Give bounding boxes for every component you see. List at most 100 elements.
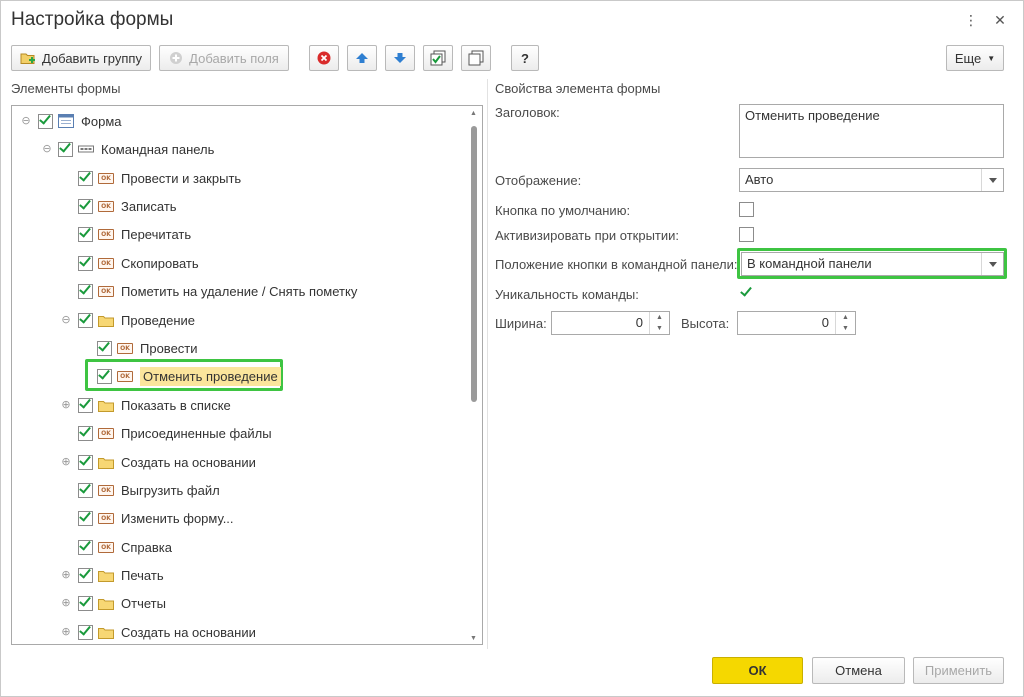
tree-item-posting[interactable]: Проведение xyxy=(78,309,195,331)
panel-divider[interactable] xyxy=(487,79,488,649)
delete-icon xyxy=(317,51,331,65)
tree-item-attached-files[interactable]: OK Присоединенные файлы xyxy=(78,422,272,444)
tree-item-label: Справка xyxy=(121,539,172,555)
move-down-button[interactable] xyxy=(385,45,415,71)
ok-button[interactable]: ОК xyxy=(712,657,803,684)
tree-item-write[interactable]: OK Записать xyxy=(78,195,177,217)
checkbox-checked[interactable] xyxy=(78,452,93,470)
add-group-label: Добавить группу xyxy=(42,50,142,66)
tree-item-cancel-posting[interactable]: OK Отменить проведение xyxy=(97,365,281,387)
tree-item-export-file[interactable]: OK Выгрузить файл xyxy=(78,479,220,501)
tree-item-create-based-on-2[interactable]: Создать на основании xyxy=(78,621,256,643)
window-menu-icon[interactable]: ⋮ xyxy=(963,11,979,29)
checkbox-checked[interactable] xyxy=(78,480,93,498)
checkbox-checked[interactable] xyxy=(78,281,93,299)
form-icon xyxy=(58,114,74,128)
checkbox-checked[interactable] xyxy=(78,253,93,271)
tree-item-label: Провести и закрыть xyxy=(121,170,242,186)
activate-label: Активизировать при открытии: xyxy=(495,228,680,243)
display-label: Отображение: xyxy=(495,173,582,188)
more-label: Еще xyxy=(954,50,982,66)
scroll-up-icon[interactable]: ▲ xyxy=(470,110,477,117)
folder-icon xyxy=(98,314,114,327)
tree-item-reports[interactable]: Отчеты xyxy=(78,592,166,614)
tree-item-label: Присоединенные файлы xyxy=(121,425,272,441)
scroll-thumb[interactable] xyxy=(471,126,477,402)
checkbox-checked[interactable] xyxy=(78,196,93,214)
height-value: 0 xyxy=(821,315,829,330)
uniqueness-checkbox[interactable] xyxy=(739,284,755,301)
scroll-down-icon[interactable]: ▼ xyxy=(470,635,477,642)
tree-item-copy[interactable]: OK Скопировать xyxy=(78,252,199,274)
add-group-button[interactable]: Добавить группу xyxy=(11,45,151,71)
checkbox-checked[interactable] xyxy=(58,139,73,157)
collapse-icon[interactable]: ⊖ xyxy=(60,314,72,326)
tree-item-create-based-on[interactable]: Создать на основании xyxy=(78,451,256,473)
collapse-icon[interactable]: ⊖ xyxy=(20,115,32,127)
tree-item-mark-delete[interactable]: OK Пометить на удаление / Снять пометку xyxy=(78,280,357,302)
checkbox-checked[interactable] xyxy=(78,593,93,611)
check-all-button[interactable] xyxy=(423,45,453,71)
apply-button[interactable]: Применить xyxy=(913,657,1004,684)
activate-checkbox[interactable] xyxy=(739,227,754,242)
checkbox-checked[interactable] xyxy=(78,310,93,328)
apply-label: Применить xyxy=(924,663,993,678)
width-value: 0 xyxy=(635,315,643,330)
width-stepper[interactable]: 0 ▲ ▼ xyxy=(551,311,670,335)
tree-item-command-panel[interactable]: Командная панель xyxy=(58,138,214,160)
expand-icon[interactable]: ⊕ xyxy=(60,597,72,609)
chevron-down-icon[interactable] xyxy=(981,169,1003,191)
checkbox-checked[interactable] xyxy=(78,537,93,555)
delete-button[interactable] xyxy=(309,45,339,71)
add-fields-button[interactable]: Добавить поля xyxy=(159,45,289,71)
tree-item-label: Показать в списке xyxy=(121,397,231,413)
default-button-checkbox[interactable] xyxy=(739,202,754,217)
checkbox-checked[interactable] xyxy=(38,111,53,129)
tree-item-reread[interactable]: OK Перечитать xyxy=(78,223,191,245)
tree-item-post[interactable]: OK Провести xyxy=(97,337,198,359)
move-up-button[interactable] xyxy=(347,45,377,71)
cancel-button[interactable]: Отмена xyxy=(812,657,905,684)
display-combo[interactable]: Авто xyxy=(739,168,1004,192)
command-icon: OK xyxy=(117,370,133,382)
checkbox-checked[interactable] xyxy=(78,395,93,413)
tree-item-form[interactable]: Форма xyxy=(38,110,122,132)
expand-icon[interactable]: ⊕ xyxy=(60,569,72,581)
expand-icon[interactable]: ⊕ xyxy=(60,626,72,638)
more-button[interactable]: Еще ▼ xyxy=(946,45,1004,71)
height-stepper[interactable]: 0 ▲ ▼ xyxy=(737,311,856,335)
spin-icon[interactable]: ▲ ▼ xyxy=(835,312,855,334)
close-icon[interactable]: ✕ xyxy=(992,11,1008,29)
tree-scrollbar[interactable]: ▲ ▼ xyxy=(469,110,479,642)
tree-item-label: Отчеты xyxy=(121,595,166,611)
checkbox-checked[interactable] xyxy=(97,338,112,356)
checkbox-checked[interactable] xyxy=(78,565,93,583)
tree-item-post-and-close[interactable]: OK Провести и закрыть xyxy=(78,167,241,189)
checkbox-checked[interactable] xyxy=(97,366,112,384)
properties-header: Свойства элемента формы xyxy=(495,81,661,96)
checkbox-checked[interactable] xyxy=(78,508,93,526)
checkbox-checked[interactable] xyxy=(78,423,93,441)
chevron-down-icon[interactable] xyxy=(981,253,1003,275)
checkbox-checked[interactable] xyxy=(78,224,93,242)
caption-field[interactable]: Отменить проведение xyxy=(739,104,1004,158)
checkbox-checked[interactable] xyxy=(78,622,93,640)
form-elements-tree[interactable]: ⊖ Форма ⊖ Командная панель OK Провести и… xyxy=(11,105,483,645)
height-label: Высота: xyxy=(681,316,730,331)
tree-item-label: Создать на основании xyxy=(121,624,256,640)
tree-item-label: Проведение xyxy=(121,312,195,328)
tree-item-help[interactable]: OK Справка xyxy=(78,536,172,558)
expand-icon[interactable]: ⊕ xyxy=(60,456,72,468)
help-button[interactable]: ? xyxy=(511,45,539,71)
tree-item-change-form[interactable]: OK Изменить форму... xyxy=(78,507,234,529)
position-combo[interactable]: В командной панели xyxy=(741,252,1004,276)
collapse-icon[interactable]: ⊖ xyxy=(41,143,53,155)
uncheck-all-button[interactable] xyxy=(461,45,491,71)
tree-item-print[interactable]: Печать xyxy=(78,564,164,586)
expand-icon[interactable]: ⊕ xyxy=(60,399,72,411)
checkbox-checked[interactable] xyxy=(78,168,93,186)
uniqueness-label: Уникальность команды: xyxy=(495,287,639,302)
tree-item-label: Создать на основании xyxy=(121,454,256,470)
spin-icon[interactable]: ▲ ▼ xyxy=(649,312,669,334)
tree-item-show-in-list[interactable]: Показать в списке xyxy=(78,394,231,416)
